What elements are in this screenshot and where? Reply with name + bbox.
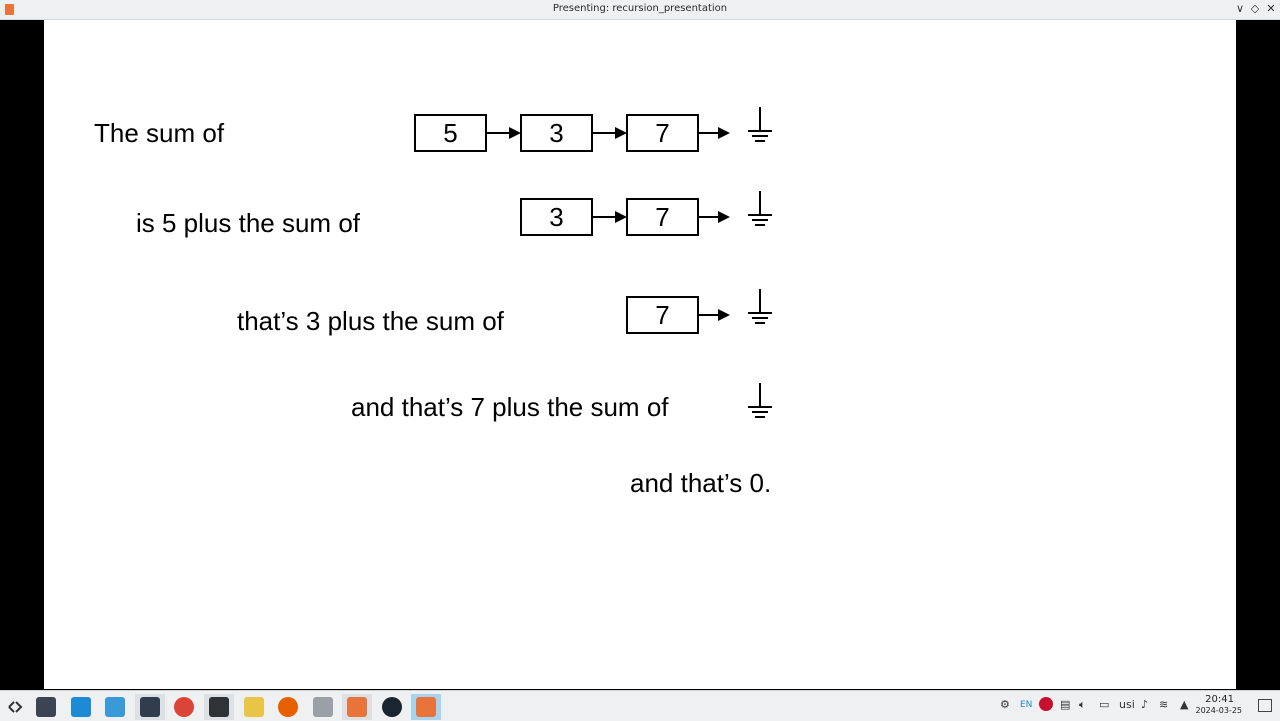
- terminal-icon: [209, 697, 229, 717]
- clock-date[interactable]: 2024-03-25: [1196, 706, 1243, 715]
- ground-icon: [748, 107, 772, 142]
- linked-list-diagram: 5 3 7 3 7 7: [414, 107, 772, 418]
- taskbar-app-button[interactable]: [342, 694, 372, 720]
- taskbar-app-button[interactable]: [31, 694, 61, 720]
- list-node: 7: [626, 114, 699, 152]
- node-value: 7: [655, 300, 669, 330]
- list-node: 7: [626, 296, 699, 334]
- minimize-button[interactable]: ∨: [1233, 2, 1247, 16]
- taskbar-app-button[interactable]: [377, 694, 407, 720]
- ground-icon: [748, 191, 772, 226]
- app-store-icon: [71, 697, 91, 717]
- notifications-icon[interactable]: ⚙: [1000, 698, 1010, 711]
- window-title: Presenting: recursion_presentation: [552, 3, 728, 14]
- list-node: 5: [414, 114, 487, 152]
- vscode-icon: [140, 697, 160, 717]
- taskbar-app-button[interactable]: [204, 694, 234, 720]
- mascot-app-icon: [244, 697, 264, 717]
- file-manager-icon: [105, 697, 125, 717]
- list-arrow: [698, 309, 730, 321]
- display-icon[interactable]: ▭: [1099, 698, 1109, 711]
- taskbar-app-button[interactable]: [66, 694, 96, 720]
- list-node: 3: [520, 114, 593, 152]
- clock-time[interactable]: 20:41: [1205, 694, 1234, 705]
- node-value: 3: [549, 118, 563, 148]
- keyboard-layout-indicator[interactable]: usi: [1119, 698, 1135, 711]
- impress-icon: [347, 697, 367, 717]
- ground-icon: [748, 383, 772, 418]
- node-value: 7: [655, 118, 669, 148]
- node-value: 3: [549, 202, 563, 232]
- restore-button[interactable]: ◇: [1248, 2, 1262, 16]
- taskbar-app-button[interactable]: [308, 694, 338, 720]
- clipboard-icon[interactable]: ▤: [1060, 698, 1070, 711]
- wifi-icon[interactable]: ≋: [1159, 698, 1168, 711]
- list-arrow: [486, 127, 521, 139]
- node-value: 7: [655, 202, 669, 232]
- list-arrow: [592, 211, 627, 223]
- application-launcher-icon: [8, 701, 23, 713]
- list-arrow: [698, 211, 730, 223]
- volume-icon[interactable]: 🔈︎: [1079, 698, 1086, 712]
- record-icon[interactable]: [1039, 697, 1053, 714]
- text-editor-icon: [313, 697, 333, 717]
- node-value: 5: [443, 118, 457, 148]
- show-hidden-icons-icon[interactable]: ▲: [1180, 698, 1188, 711]
- list-arrow: [592, 127, 627, 139]
- taskbar-app-button[interactable]: [273, 694, 303, 720]
- taskbar-app-button[interactable]: [135, 694, 165, 720]
- window-titlebar: Presenting: recursion_presentation ∨ ◇ ✕: [0, 0, 1280, 20]
- language-indicator[interactable]: EN: [1020, 700, 1032, 710]
- globe-app-icon: [382, 697, 402, 717]
- list-arrow: [698, 127, 730, 139]
- chrome-icon: [174, 697, 194, 717]
- dashboard-icon: [36, 697, 56, 717]
- ground-icon: [748, 289, 772, 324]
- list-node: 3: [520, 198, 593, 236]
- application-launcher-button[interactable]: [0, 694, 30, 720]
- microphone-icon[interactable]: ♪: [1141, 698, 1148, 711]
- impress-presenting-icon: [416, 697, 436, 717]
- taskbar: ⚙ EN ▤ 🔈︎ ▭ usi ♪ ≋ ▲ 20:41 2024-03-25: [0, 690, 1280, 721]
- taskbar-app-button[interactable]: [100, 694, 130, 720]
- taskbar-app-button[interactable]: [169, 694, 199, 720]
- taskbar-app-button[interactable]: [411, 694, 441, 720]
- list-node: 7: [626, 198, 699, 236]
- firefox-icon: [278, 697, 298, 717]
- close-button[interactable]: ✕: [1264, 2, 1278, 16]
- presentation-slide[interactable]: The sum of is 5 plus the sum of that’s 3…: [44, 20, 1236, 689]
- show-desktop-button[interactable]: [1258, 699, 1272, 712]
- taskbar-app-button[interactable]: [239, 694, 269, 720]
